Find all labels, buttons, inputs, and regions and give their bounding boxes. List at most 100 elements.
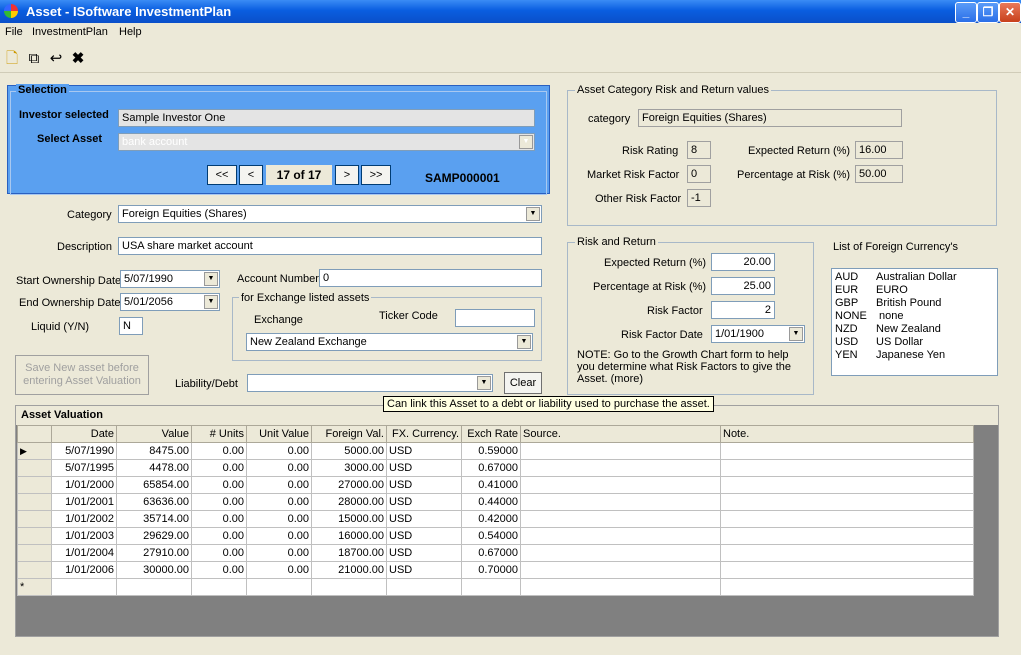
table-cell[interactable]: 5/07/1990	[51, 442, 117, 460]
table-cell[interactable]: 0.00	[246, 493, 312, 511]
table-cell[interactable]: 65854.00	[116, 476, 192, 494]
currency-item[interactable]: NZD	[835, 323, 858, 335]
table-row[interactable]: 1/01/2003 29629.00 0.00 0.00 16000.00 USD 0.54…	[17, 527, 974, 545]
risk-factor-date-picker[interactable]: 1/01/1900 ▼	[711, 325, 805, 343]
table-cell[interactable]: 0.00	[191, 527, 247, 545]
end-date-picker[interactable]: 5/01/2056 ▼	[120, 293, 220, 311]
table-cell[interactable]	[520, 493, 721, 511]
table-row[interactable]: 1/01/2006 30000.00 0.00 0.00 21000.00 USD 0.70…	[17, 561, 974, 579]
table-row[interactable]: 5/07/1995 4478.00 0.00 0.00 3000.00 USD 0.6700…	[17, 459, 974, 477]
table-cell[interactable]: 0.00	[191, 561, 247, 579]
table-cell[interactable]: 0.00	[246, 561, 312, 579]
column-header[interactable]: Foreign Val.	[311, 425, 387, 443]
nav-last-button[interactable]: >>	[361, 165, 391, 185]
minimize-button[interactable]: _	[955, 2, 977, 23]
table-cell[interactable]: 1/01/2001	[51, 493, 117, 511]
column-header[interactable]: # Units	[191, 425, 247, 443]
row-selector[interactable]	[17, 561, 52, 579]
table-cell[interactable]: 35714.00	[116, 510, 192, 528]
save-new-asset-button[interactable]: Save New asset before entering Asset Val…	[15, 355, 149, 395]
row-selector[interactable]	[17, 510, 52, 528]
table-cell[interactable]: 28000.00	[311, 493, 387, 511]
menu-investmentplan[interactable]: InvestmentPlan	[32, 26, 108, 38]
liability-dropdown[interactable]: ▼	[247, 374, 493, 392]
table-cell[interactable]: 0.00	[191, 442, 247, 460]
copy-icon[interactable]: ⧉	[24, 49, 44, 69]
table-cell[interactable]: 0.00	[246, 510, 312, 528]
table-cell[interactable]	[520, 476, 721, 494]
category-dropdown[interactable]: Foreign Equities (Shares) ▼	[118, 205, 542, 223]
table-cell[interactable]: 1/01/2004	[51, 544, 117, 562]
table-cell[interactable]: 21000.00	[311, 561, 387, 579]
table-cell[interactable]: 0.00	[246, 476, 312, 494]
table-cell[interactable]: USD	[386, 476, 462, 494]
chevron-down-icon[interactable]: ▼	[789, 327, 803, 341]
chevron-down-icon[interactable]: ▼	[526, 207, 540, 221]
table-cell[interactable]	[520, 544, 721, 562]
close-button[interactable]: ✕	[999, 2, 1021, 23]
column-header[interactable]: Unit Value	[246, 425, 312, 443]
column-header[interactable]: Source.	[520, 425, 721, 443]
valuation-grid[interactable]: Date Value # Units Unit Value Foreign Val. FX…	[17, 425, 974, 596]
column-header[interactable]: Value	[116, 425, 192, 443]
currency-item[interactable]: AUD	[835, 271, 858, 283]
table-row[interactable]: ▶ 5/07/1990 8475.00 0.00 0.00 5000.00 USD 0.590…	[17, 442, 974, 460]
pct-risk-input[interactable]: 25.00	[711, 277, 775, 295]
table-cell[interactable]	[520, 510, 721, 528]
undo-icon[interactable]: ↩	[46, 49, 66, 69]
table-cell[interactable]: 8475.00	[116, 442, 192, 460]
table-cell[interactable]: 27000.00	[311, 476, 387, 494]
new-row[interactable]: *	[17, 578, 974, 596]
table-cell[interactable]: 0.70000	[461, 561, 521, 579]
chevron-down-icon[interactable]: ▼	[204, 272, 218, 286]
maximize-button[interactable]: ❐	[977, 2, 999, 23]
chevron-down-icon[interactable]: ▼	[519, 135, 533, 149]
nav-first-button[interactable]: <<	[207, 165, 237, 185]
table-cell[interactable]: 29629.00	[116, 527, 192, 545]
table-cell[interactable]: USD	[386, 442, 462, 460]
table-cell[interactable]: 0.00	[246, 459, 312, 477]
table-cell[interactable]	[311, 578, 387, 596]
column-header[interactable]: Note.	[720, 425, 974, 443]
table-cell[interactable]	[520, 459, 721, 477]
row-selector[interactable]	[17, 527, 52, 545]
table-cell[interactable]: 18700.00	[311, 544, 387, 562]
table-cell[interactable]	[720, 442, 974, 460]
table-cell[interactable]: 0.00	[191, 544, 247, 562]
account-number-input[interactable]: 0	[319, 269, 542, 287]
select-asset-dropdown[interactable]: bank account ▼	[118, 133, 535, 151]
table-cell[interactable]	[720, 459, 974, 477]
table-cell[interactable]: 0.59000	[461, 442, 521, 460]
table-cell[interactable]: 0.00	[246, 544, 312, 562]
menu-help[interactable]: Help	[119, 26, 142, 38]
nav-prev-button[interactable]: <	[239, 165, 263, 185]
table-cell[interactable]: 3000.00	[311, 459, 387, 477]
table-cell[interactable]	[51, 578, 117, 596]
start-date-picker[interactable]: 5/07/1990 ▼	[120, 270, 220, 288]
table-cell[interactable]: USD	[386, 561, 462, 579]
table-cell[interactable]	[520, 527, 721, 545]
new-document-icon[interactable]: 🗋	[2, 49, 22, 69]
table-cell[interactable]	[720, 578, 974, 596]
table-cell[interactable]	[461, 578, 521, 596]
table-cell[interactable]	[246, 578, 312, 596]
currency-item[interactable]: YEN	[835, 349, 858, 361]
column-header[interactable]: Date	[51, 425, 117, 443]
row-selector[interactable]	[17, 493, 52, 511]
clear-button[interactable]: Clear	[504, 372, 542, 394]
table-cell[interactable]	[520, 561, 721, 579]
liquid-input[interactable]: N	[119, 317, 143, 335]
currency-item[interactable]: EUR	[835, 284, 858, 296]
currency-item[interactable]: NONE	[835, 310, 867, 322]
exchange-dropdown[interactable]: New Zealand Exchange ▼	[246, 333, 533, 351]
menu-file[interactable]: File	[5, 26, 23, 38]
table-cell[interactable]: 1/01/2006	[51, 561, 117, 579]
table-cell[interactable]: USD	[386, 544, 462, 562]
table-cell[interactable]: USD	[386, 493, 462, 511]
nav-next-button[interactable]: >	[335, 165, 359, 185]
table-cell[interactable]: 0.42000	[461, 510, 521, 528]
column-header[interactable]: Exch Rate	[461, 425, 521, 443]
table-cell[interactable]: USD	[386, 510, 462, 528]
table-cell[interactable]	[720, 476, 974, 494]
table-cell[interactable]: 1/01/2000	[51, 476, 117, 494]
